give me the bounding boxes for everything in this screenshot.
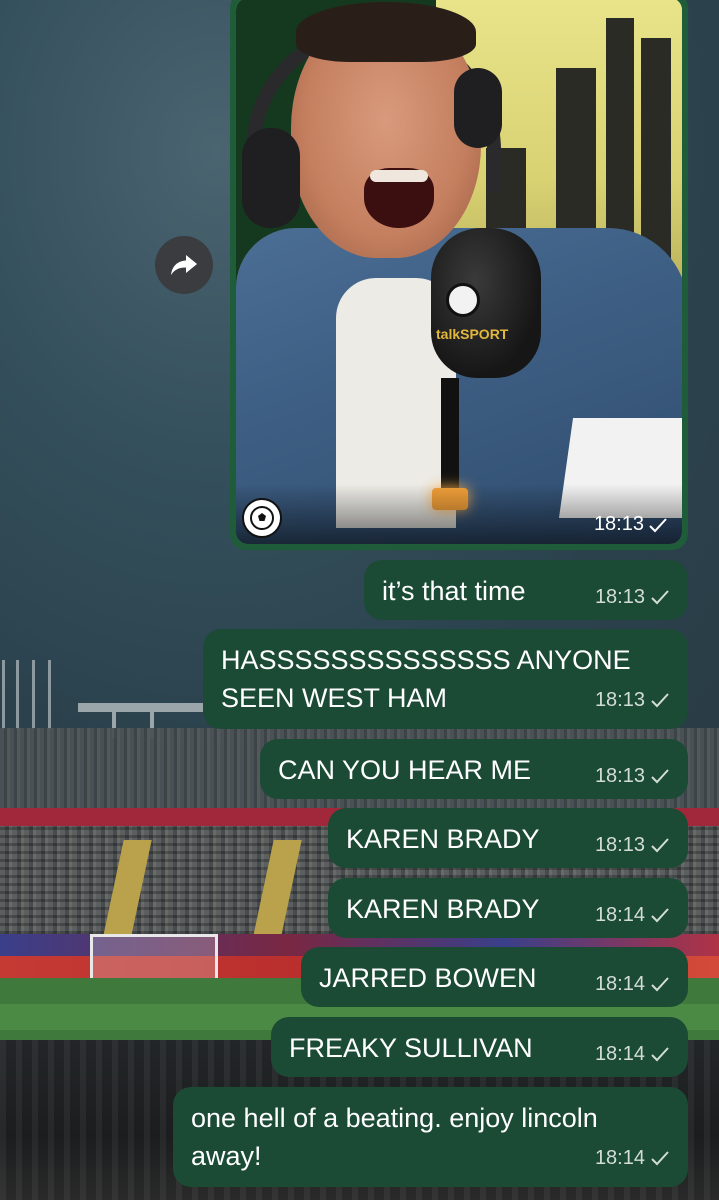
message-text: it’s that time [382, 576, 526, 606]
message-text: KAREN BRADY [346, 824, 540, 854]
single-check-icon [651, 769, 669, 784]
floodlight-pylon [16, 660, 19, 730]
image-message-meta: 18:13 [594, 513, 668, 536]
single-check-icon [651, 977, 669, 992]
message-time: 18:13 [593, 513, 644, 535]
headphone-earcup [242, 128, 300, 228]
single-check-icon [651, 908, 669, 923]
message-text: KAREN BRADY [346, 894, 540, 924]
football-logo-icon [446, 283, 480, 317]
message-bubble[interactable]: 18:13 CAN YOU HEAR ME [260, 739, 688, 799]
mic-brand-label: talkSPORT [436, 326, 509, 342]
floodlight-pylon [32, 660, 35, 730]
headphone-earcup [454, 68, 502, 148]
floodlight-pylon [48, 660, 51, 730]
message-time: 18:14 [594, 973, 645, 995]
message-text: FREAKY SULLIVAN [289, 1033, 533, 1063]
message-bubble[interactable]: one hell of a beating. enjoy lincoln awa… [173, 1087, 688, 1187]
single-check-icon [651, 838, 669, 853]
message-time: 18:13 [594, 689, 645, 711]
message-meta: 18:14 [191, 1145, 670, 1171]
message-meta: 18:14 [595, 902, 670, 928]
single-check-icon [649, 517, 667, 532]
message-time: 18:13 [594, 765, 645, 787]
message-bubble[interactable]: 18:14 FREAKY SULLIVAN [271, 1017, 688, 1077]
photo-hair [296, 2, 476, 62]
message-time: 18:13 [594, 586, 645, 608]
single-check-icon [651, 693, 669, 708]
message-text: CAN YOU HEAR ME [278, 755, 532, 785]
message-meta: 18:13 [595, 763, 670, 789]
message-photo[interactable]: talkSPORT 18:13 [236, 0, 682, 544]
message-bubble[interactable]: 18:13 KAREN BRADY [328, 808, 688, 868]
message-meta: 18:14 [595, 971, 670, 997]
image-message[interactable]: talkSPORT 18:13 [230, 0, 688, 550]
message-meta: 18:13 [595, 584, 670, 610]
soccer-ball-icon [250, 506, 274, 530]
message-bubble[interactable]: 18:13 it’s that time [364, 560, 688, 620]
goal-frame [90, 934, 218, 979]
message-time: 18:14 [594, 1147, 645, 1169]
single-check-icon [651, 1151, 669, 1166]
message-time: 18:14 [594, 1043, 645, 1065]
forward-arrow-icon [171, 255, 197, 275]
floodlight-pylon [2, 660, 5, 730]
message-meta: 18:14 [595, 1041, 670, 1067]
stadium-roof [78, 703, 203, 712]
forward-button[interactable] [155, 236, 213, 294]
photo-teeth [370, 170, 428, 182]
message-bubble[interactable]: HASSSSSSSSSSSSSS ANYONE SEEN WEST HAM 18… [203, 629, 688, 729]
football-sticker-icon [242, 498, 282, 538]
message-time: 18:14 [594, 904, 645, 926]
message-bubble[interactable]: 18:14 KAREN BRADY [328, 878, 688, 938]
single-check-icon [651, 1047, 669, 1062]
message-bubble[interactable]: 18:14 JARRED BOWEN [301, 947, 688, 1007]
message-text: JARRED BOWEN [319, 963, 537, 993]
single-check-icon [651, 590, 669, 605]
message-time: 18:13 [594, 834, 645, 856]
message-meta: 18:13 [595, 832, 670, 858]
